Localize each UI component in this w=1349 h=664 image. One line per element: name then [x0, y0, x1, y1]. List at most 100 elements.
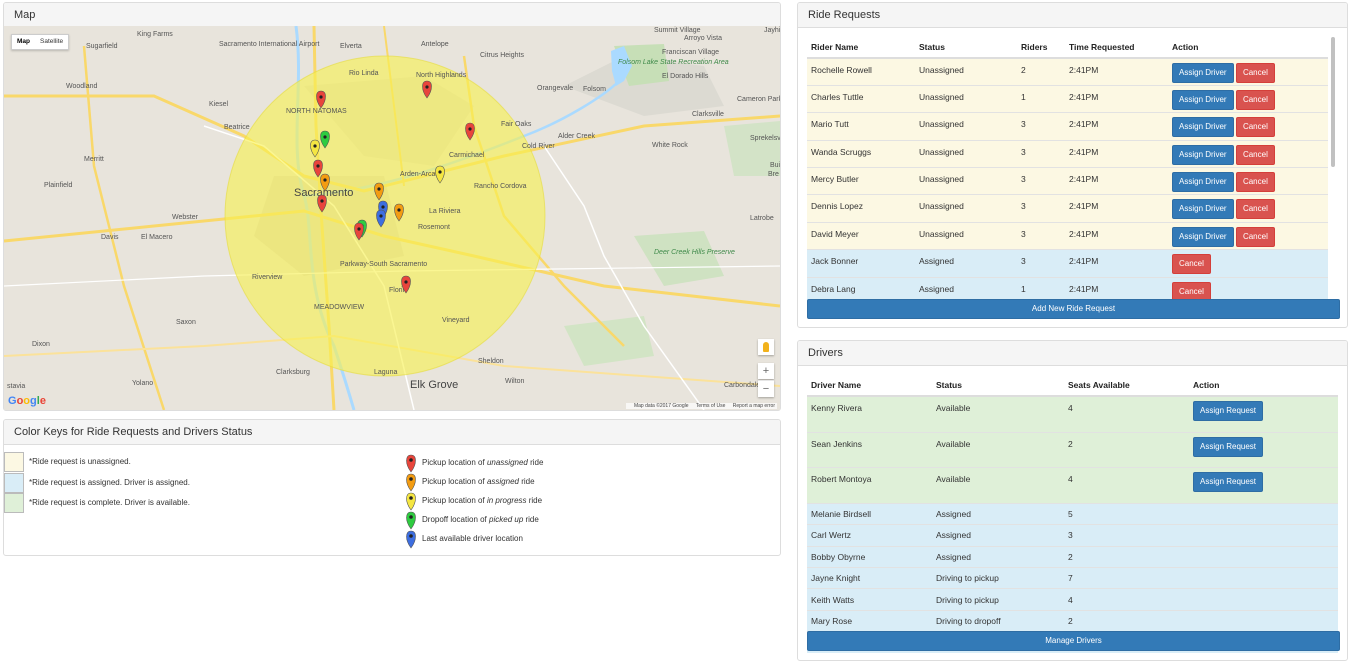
- map-place-label: Laguna: [374, 369, 397, 376]
- time-requested-cell: 2:41PM: [1065, 112, 1168, 141]
- driver-row: Bobby Obyrne Assigned 2: [807, 545, 1338, 568]
- assign-driver-button[interactable]: Assign Driver: [1172, 144, 1234, 165]
- map-place-label: Parkway-South Sacramento: [340, 261, 427, 268]
- time-requested-cell: 2:41PM: [1065, 139, 1168, 168]
- assign-driver-button[interactable]: Assign Driver: [1172, 199, 1234, 220]
- ride-status-cell: Unassigned: [915, 221, 1017, 250]
- manage-drivers-button[interactable]: Manage Drivers: [807, 631, 1340, 651]
- pin-legend-prefix: Pickup location of: [422, 458, 487, 467]
- seats-available-cell: 4: [1064, 395, 1189, 433]
- driver-status-cell: Driving to pickup: [932, 588, 1064, 611]
- map-place-label: El Dorado Hills: [662, 73, 709, 80]
- map-place-label: Orangevale: [537, 85, 573, 92]
- seats-available-cell: 2: [1064, 545, 1189, 568]
- satellite-view-button[interactable]: Satellite: [35, 35, 68, 49]
- driver-status-cell: Available: [932, 395, 1064, 433]
- time-requested-cell: 2:41PM: [1065, 57, 1168, 86]
- map-graphic[interactable]: SacramentoKing FarmsSugarfield Sacramento…: [4, 26, 780, 410]
- street-view-pegman-icon[interactable]: [758, 339, 774, 355]
- riders-count-cell: 1: [1017, 84, 1065, 113]
- map-panel: Map Sacramento King Farms Sugarfield Sac…: [3, 2, 781, 411]
- cancel-ride-button[interactable]: Cancel: [1172, 254, 1211, 275]
- assign-driver-button[interactable]: Assign Driver: [1172, 63, 1234, 83]
- assign-driver-button[interactable]: Assign Driver: [1172, 226, 1234, 247]
- seats-available-cell: 4: [1064, 588, 1189, 611]
- cancel-ride-button[interactable]: Cancel: [1235, 226, 1275, 247]
- assign-driver-button[interactable]: Assign Driver: [1172, 117, 1234, 138]
- cancel-ride-button[interactable]: Cancel: [1235, 172, 1275, 193]
- map-place-label: Riverview: [252, 274, 283, 281]
- map-place-label: Merritt: [84, 156, 104, 163]
- map-place-label: Cold River: [522, 143, 555, 150]
- rider-name-cell: David Meyer: [807, 221, 915, 250]
- cancel-ride-button[interactable]: Cancel: [1235, 117, 1275, 138]
- ride-action-cell: Cancel: [1168, 249, 1328, 278]
- map-place-label: Arroyo Vista: [684, 35, 722, 42]
- map-place-label: Folsom Lake State Recreation Area: [618, 59, 729, 66]
- pin-legend-label: Pickup location of assigned ride: [422, 477, 535, 486]
- cancel-ride-button[interactable]: Cancel: [1172, 281, 1211, 300]
- driver-action-cell: [1189, 502, 1338, 525]
- add-ride-request-button[interactable]: Add New Ride Request: [807, 299, 1340, 319]
- time-requested-cell: 2:41PM: [1065, 194, 1168, 223]
- ride-action-cell: Assign Driver Cancel: [1168, 57, 1328, 86]
- riders-count-cell: 3: [1017, 194, 1065, 223]
- time-requested-cell: 2:41PM: [1065, 276, 1168, 300]
- map-place-label: Yolano: [132, 380, 153, 387]
- cancel-ride-button[interactable]: Cancel: [1235, 199, 1275, 220]
- col-riders: Riders: [1017, 37, 1065, 59]
- cancel-ride-button[interactable]: Cancel: [1235, 144, 1275, 165]
- driver-name-cell: Jayne Knight: [807, 566, 932, 589]
- map-place-label: Sprekelsville: [750, 135, 780, 142]
- pin-legend-suffix: ride: [526, 496, 543, 505]
- zoom-out-button[interactable]: −: [758, 380, 774, 397]
- map-view-button[interactable]: Map: [12, 35, 35, 49]
- driver-row: Jayne Knight Driving to pickup 7: [807, 566, 1338, 589]
- assign-request-button[interactable]: Assign Request: [1193, 401, 1264, 421]
- driver-name-cell: Carl Wertz: [807, 524, 932, 547]
- terms-of-use-link[interactable]: Terms of Use: [696, 403, 725, 409]
- ride-requests-scrollbar[interactable]: [1331, 37, 1335, 167]
- report-map-error-link[interactable]: Report a map error: [733, 403, 775, 409]
- col-driver-action: Action: [1189, 375, 1338, 397]
- map-place-label: Davis: [101, 234, 119, 241]
- assign-driver-button[interactable]: Assign Driver: [1172, 89, 1234, 110]
- cancel-ride-button[interactable]: Cancel: [1235, 63, 1275, 83]
- map-type-toggle[interactable]: Map Satellite: [11, 34, 70, 50]
- map-place-label: Franciscan Village: [662, 49, 719, 56]
- pin-legend-emphasis: assigned: [486, 477, 519, 486]
- seats-available-cell: 4: [1064, 467, 1189, 504]
- map-place-label: El Macero: [141, 234, 173, 241]
- ride-requests-scroll-area[interactable]: Rider Name Status Riders Time Requested …: [807, 37, 1328, 300]
- ride-request-row: Charles Tuttle Unassigned 1 2:41PM Assign Dr…: [807, 84, 1328, 113]
- drivers-title: Drivers: [798, 341, 1347, 366]
- map-canvas[interactable]: Sacramento King Farms Sugarfield Sacramento…: [4, 26, 780, 410]
- driver-action-cell: [1189, 545, 1338, 568]
- map-place-label: Latrobe: [750, 215, 774, 222]
- ride-status-cell: Unassigned: [915, 194, 1017, 223]
- assign-driver-button[interactable]: Assign Driver: [1172, 172, 1234, 193]
- driver-row: Keith Watts Driving to pickup 4: [807, 588, 1338, 611]
- cancel-ride-button[interactable]: Cancel: [1235, 89, 1275, 110]
- map-place-label: Fair Oaks: [501, 121, 532, 128]
- rider-name-cell: Mercy Butler: [807, 167, 915, 195]
- ride-status-cell: Unassigned: [915, 84, 1017, 113]
- map-place-label: Elverta: [340, 43, 362, 50]
- map-place-label: Alder Creek: [558, 133, 595, 140]
- driver-status-cell: Available: [932, 467, 1064, 504]
- driver-status-cell: Assigned: [932, 502, 1064, 525]
- driver-action-cell: [1189, 609, 1338, 632]
- ride-status-cell: Unassigned: [915, 139, 1017, 168]
- driver-row: Sean Jenkins Available 2 Assign Request: [807, 431, 1338, 468]
- assign-request-button[interactable]: Assign Request: [1193, 472, 1264, 493]
- rider-name-cell: Rochelle Rowell: [807, 57, 915, 86]
- drivers-table: Driver Name Status Seats Available Actio…: [807, 375, 1338, 653]
- driver-status-cell: Driving to dropoff: [932, 609, 1064, 632]
- rider-name-cell: Charles Tuttle: [807, 84, 915, 113]
- map-place-label: Rancho Cordova: [474, 183, 527, 190]
- map-place-label: Citrus Heights: [480, 52, 524, 59]
- driver-row: Mary Rose Driving to dropoff 2: [807, 609, 1338, 632]
- zoom-in-button[interactable]: +: [758, 363, 774, 379]
- driver-status-cell: Driving to pickup: [932, 566, 1064, 589]
- assign-request-button[interactable]: Assign Request: [1193, 436, 1264, 457]
